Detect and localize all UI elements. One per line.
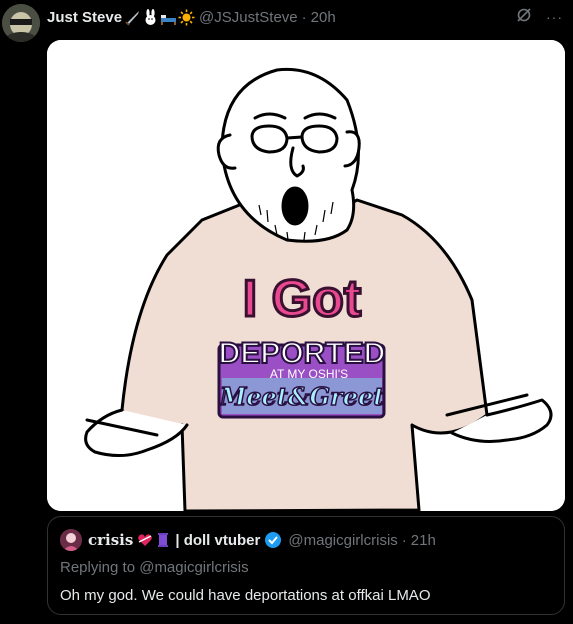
sword-icon [125,10,140,26]
quote-text: Oh my god. We could have deportations at… [60,587,431,604]
grok-icon[interactable] [516,7,532,27]
quote-name-suffix[interactable]: | doll vtuber [175,532,260,549]
quote-timestamp[interactable]: 21h [411,532,436,549]
heart-icon [138,534,153,546]
wojak-drawing: I Got DEPORTED AT MY OSHI'S Meet&Greet [47,40,565,511]
author-handle[interactable]: @JSJustSteve [199,9,298,26]
spool-icon [158,533,169,547]
author-avatar[interactable] [2,4,40,42]
shirt-line-3: AT MY OSHI'S [270,367,348,381]
quote-avatar[interactable] [60,529,82,551]
sun-icon [178,9,195,25]
quoted-tweet[interactable]: crisis | doll vtuber @magicgirlcrisis · … [47,516,565,615]
shirt-graphic: I Got DEPORTED AT MY OSHI'S Meet&Greet [217,269,386,419]
shirt-line-2: DEPORTED [219,337,386,370]
rabbit-icon [145,8,156,25]
author-display-name[interactable]: Just Steve [47,9,122,26]
quote-handle[interactable]: @magicgirlcrisis [288,532,397,549]
shirt-line-1: I Got [243,270,361,328]
shirt-line-4: Meet&Greet [219,382,385,411]
more-icon[interactable]: ··· [546,9,563,25]
verified-badge-icon [264,531,282,549]
tweet-image[interactable]: I Got DEPORTED AT MY OSHI'S Meet&Greet [47,40,565,511]
bed-icon [161,14,177,25]
header-separator: · [301,8,307,26]
quote-separator: · [401,531,407,549]
quote-header: crisis | doll vtuber @magicgirlcrisis · … [60,529,436,551]
replying-to: Replying to @magicgirlcrisis [60,559,249,576]
tweet-header: Just Steve @JSJustSteve · 20h ··· [47,6,563,28]
quote-display-name[interactable]: crisis [88,531,133,549]
quote-name-badges [137,532,171,548]
name-emojis [124,8,195,26]
tweet-timestamp[interactable]: 20h [311,9,336,26]
